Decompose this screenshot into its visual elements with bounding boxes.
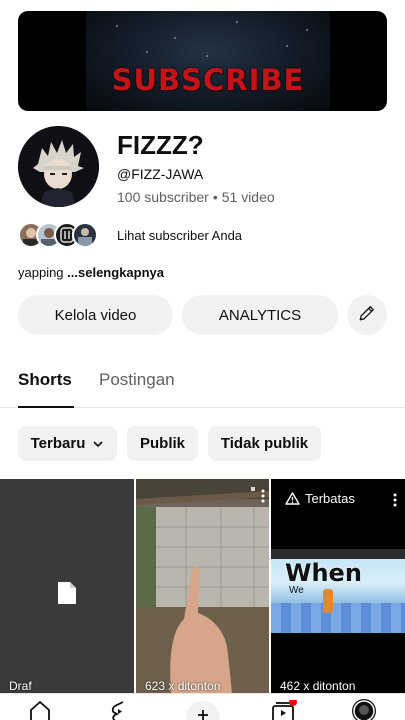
channel-name: FIZZZ? (117, 130, 204, 160)
short-item-draft[interactable]: Draf (0, 479, 134, 693)
channel-stats: 100 subscriber • 51 video (117, 189, 275, 205)
short-views: 462 x ditonton (280, 679, 356, 693)
short-item-restricted[interactable]: Terbatas When We 462 x ditonton (271, 479, 405, 693)
subscriber-count: 100 subscriber (117, 189, 209, 205)
tab-posts[interactable]: Postingan (99, 370, 175, 390)
warning-icon (285, 492, 300, 505)
chip-label: Terbaru (30, 435, 86, 452)
restricted-badge: Terbatas (285, 491, 355, 506)
channel-banner: SUBSCRIBE (18, 11, 387, 111)
short-thumbnail (136, 479, 269, 693)
thumbnail-caption: When (285, 559, 362, 587)
banner-text: SUBSCRIBE (111, 63, 305, 97)
more-vert-icon[interactable] (261, 489, 265, 508)
sort-chip-latest[interactable]: Terbaru (18, 426, 117, 461)
channel-avatar[interactable] (18, 126, 99, 207)
see-subscribers-link[interactable]: Lihat subscriber Anda (117, 228, 242, 243)
file-icon (57, 581, 77, 610)
more-vert-icon[interactable] (393, 493, 397, 512)
banner-image: SUBSCRIBE (86, 11, 330, 111)
home-icon[interactable] (28, 700, 52, 720)
stats-separator: • (212, 189, 218, 205)
you-icon[interactable] (351, 698, 377, 720)
analytics-button[interactable]: ANALYTICS (182, 295, 338, 335)
manage-videos-button[interactable]: Kelola video (18, 295, 173, 335)
filter-chip-public[interactable]: Publik (127, 426, 198, 461)
subscriber-avatar (72, 222, 98, 248)
edit-button[interactable] (347, 295, 387, 335)
thumbnail-subcaption: We (289, 585, 304, 596)
create-icon[interactable] (183, 698, 223, 720)
filter-chip-private[interactable]: Tidak publik (208, 426, 321, 461)
video-count: 51 video (221, 189, 275, 205)
chevron-down-icon (92, 438, 104, 450)
pencil-icon (357, 303, 377, 327)
short-item[interactable]: 623 x ditonton (136, 479, 269, 693)
short-label: Draf (9, 679, 32, 693)
short-thumbnail: When We (271, 549, 405, 633)
subscriber-avatars[interactable] (18, 222, 108, 248)
channel-tabs: Shorts Postingan (0, 362, 405, 408)
restricted-label: Terbatas (305, 491, 355, 506)
bottom-navigation (0, 693, 405, 720)
subscriptions-icon[interactable] (271, 698, 297, 720)
more-link[interactable]: ...selengkapnya (67, 265, 164, 280)
channel-handle: @FIZZ-JAWA (117, 166, 204, 182)
shorts-icon[interactable] (108, 700, 132, 720)
shorts-grid: Draf 623 x ditonton Terbatas When We 462… (0, 479, 405, 693)
description-text: yapping (18, 265, 64, 280)
short-views: 623 x ditonton (145, 679, 221, 693)
tab-shorts[interactable]: Shorts (18, 370, 74, 408)
channel-description[interactable]: yapping ...selengkapnya (18, 265, 164, 280)
